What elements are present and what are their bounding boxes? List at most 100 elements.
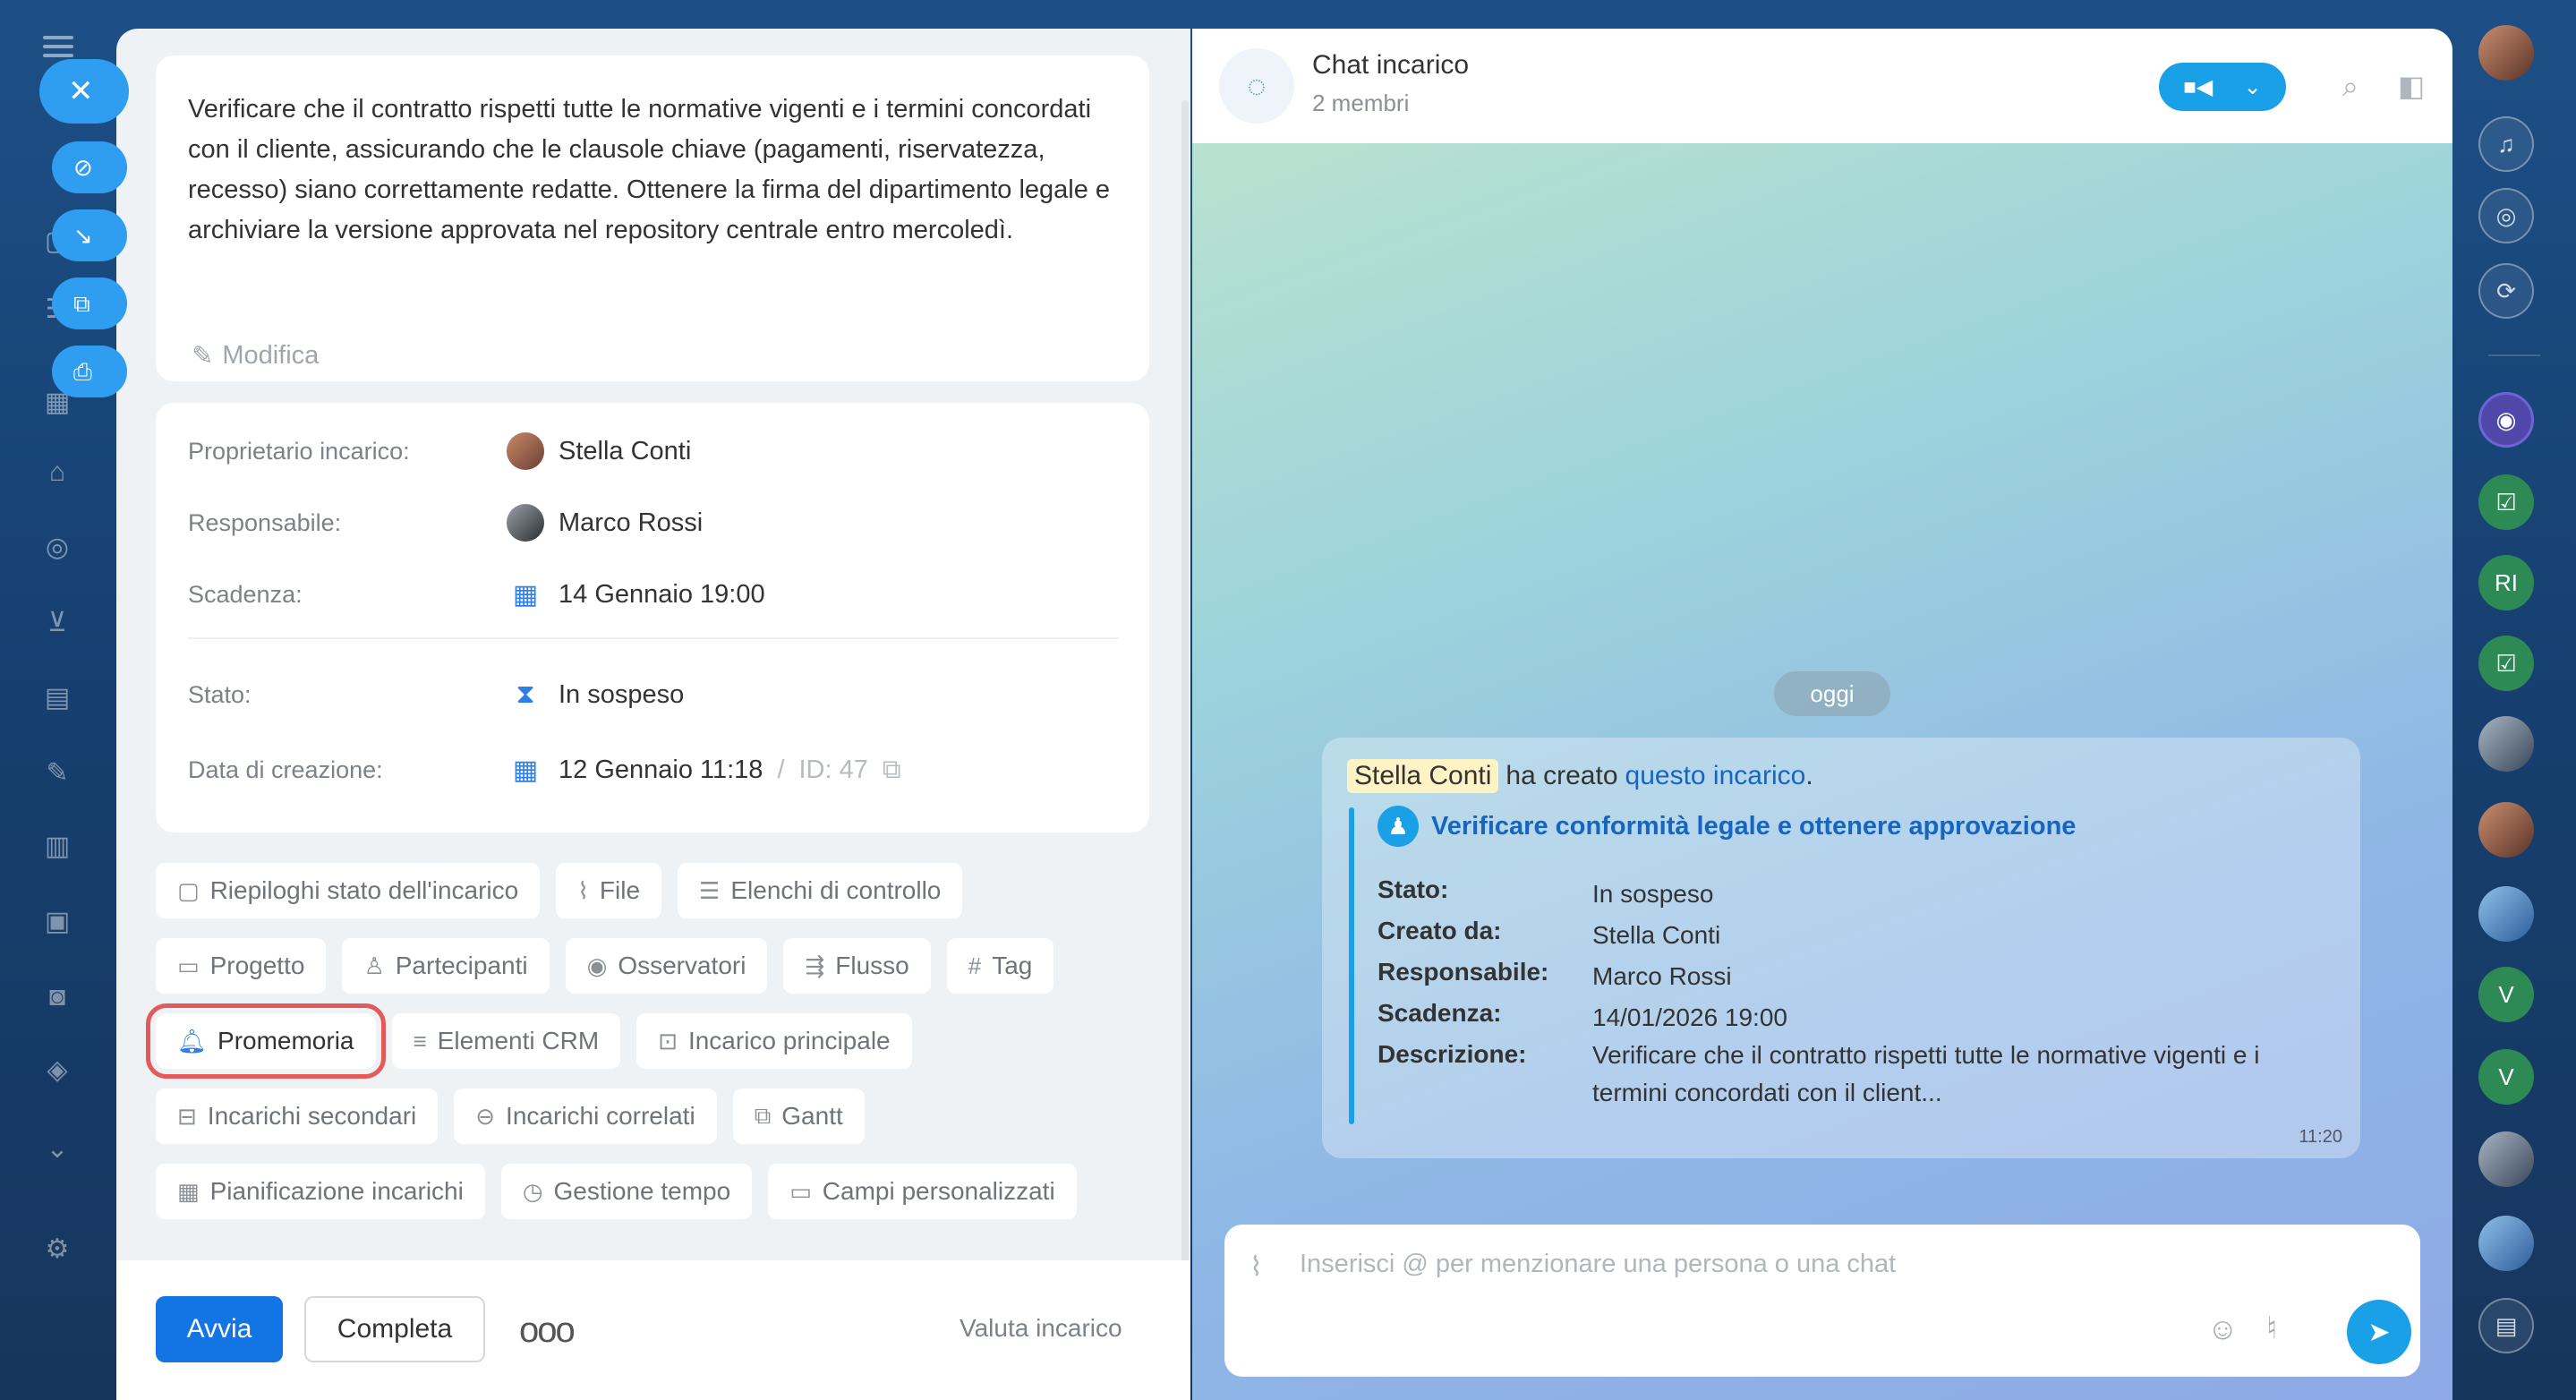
date-separator: oggi <box>1774 671 1890 716</box>
chip-task-planning[interactable]: ▦ Pianificazione incarichi <box>156 1164 485 1219</box>
chip-flow[interactable]: ⇶ Flusso <box>783 938 931 994</box>
group-chat-avatar[interactable] <box>2478 716 2534 772</box>
chip-files[interactable]: ⌇ File <box>556 863 662 918</box>
message-field: Descrizione: Verificare che il contratto… <box>1378 1040 2260 1106</box>
chip-project[interactable]: ▭ Progetto <box>156 938 327 994</box>
emoji-icon[interactable]: ☺ <box>2207 1312 2239 1347</box>
user-avatar[interactable] <box>2478 25 2534 81</box>
message-input[interactable] <box>1300 1250 2284 1279</box>
task-link[interactable]: questo incarico <box>1625 761 1806 790</box>
rate-task-link[interactable]: Valuta incarico <box>960 1314 1122 1343</box>
chat-bubble-icon: ◌ <box>1219 48 1294 124</box>
copy-icon[interactable]: ⧉ <box>883 755 901 785</box>
print-button[interactable]: ⎙ <box>52 346 127 397</box>
chip-crm-items[interactable]: ≡ Elementi CRM <box>391 1013 621 1069</box>
divider <box>2488 354 2540 356</box>
chip-status-summaries[interactable]: ▢ Riepiloghi stato dell'incarico <box>156 863 541 918</box>
right-sidebar: ♫ ◎ ⟳ ◉ ☑ RI ☑ V V ▤ <box>2452 0 2576 1400</box>
copilot-icon[interactable]: ◎ <box>2478 188 2534 243</box>
chat-members[interactable]: 2 membri <box>1312 90 1409 117</box>
status-row: Stato: ⧗ In sospeso <box>188 679 685 709</box>
user-avatar[interactable] <box>2478 886 2534 942</box>
minimize-button[interactable]: ↘ <box>52 209 127 261</box>
sign-icon[interactable]: ✎ <box>39 755 75 791</box>
task-chat-icon[interactable]: ☑ <box>2478 474 2534 530</box>
avatar <box>507 504 544 542</box>
chip-time-tracking[interactable]: ◷ Gestione tempo <box>500 1164 753 1219</box>
robot-icon[interactable]: ◙ <box>39 979 75 1015</box>
clock-icon: ◷ <box>522 1177 543 1205</box>
messages-icon[interactable]: ▤ <box>2478 1298 2534 1353</box>
search-icon[interactable]: ⌕ <box>2333 68 2368 104</box>
copilot-chat-icon[interactable]: ◉ <box>2478 392 2534 448</box>
video-camera-icon: ■◀ <box>2183 74 2213 99</box>
close-button[interactable]: ✕ <box>39 59 129 124</box>
user-avatar[interactable] <box>2478 802 2534 858</box>
checklist-icon: ☰ <box>699 876 721 904</box>
start-button[interactable]: Avvia <box>156 1296 283 1362</box>
complete-button[interactable]: Completa <box>304 1296 485 1362</box>
more-button[interactable]: ooo <box>519 1310 576 1351</box>
chevron-down-icon[interactable]: ⌄ <box>2244 74 2262 100</box>
assignee-value[interactable]: Marco Rossi <box>507 504 703 542</box>
chip-custom-fields[interactable]: ▭ Campi personalizzati <box>768 1164 1077 1219</box>
recent-chat-v[interactable]: V <box>2478 1049 2534 1105</box>
chip-gantt[interactable]: ⧉ Gantt <box>732 1088 865 1144</box>
bell-icon[interactable]: ♫ <box>2478 116 2534 172</box>
task-panel: Verificare che il contratto rispetti tut… <box>116 29 1190 1400</box>
copy-link-button[interactable]: ⊘ <box>52 141 127 193</box>
link-icon: ⊖ <box>475 1102 496 1130</box>
recent-chat-ri[interactable]: RI <box>2478 555 2534 610</box>
video-call-button[interactable]: ■◀ ⌄ <box>2159 63 2286 111</box>
task-sections: ▢ Riepiloghi stato dell'incarico ⌇ File ☰ E… <box>146 863 1158 1239</box>
created-row: Data di creazione: ▦ 12 Gennaio 11:18 / … <box>188 755 901 785</box>
calendar-icon: ▦ <box>177 1177 200 1205</box>
sidebar-toggle-icon[interactable]: ◧ <box>2393 68 2429 104</box>
eye-icon: ◉ <box>586 952 608 979</box>
arrow-down-right-icon: ↘ <box>73 222 93 249</box>
scrollbar[interactable] <box>1181 100 1189 1291</box>
drive-icon[interactable]: ⌂ <box>39 455 75 491</box>
send-button[interactable]: ➤ <box>2347 1300 2411 1364</box>
settings-icon[interactable]: ⚙ <box>39 1232 75 1268</box>
target-icon[interactable]: ◎ <box>39 530 75 566</box>
message-field: Stato: In sospeso <box>1378 875 1714 908</box>
menu-icon[interactable] <box>43 36 73 57</box>
summary-icon: ▢ <box>177 876 200 904</box>
crm-icon: ≡ <box>413 1027 427 1054</box>
message-field: Scadenza: 14/01/2026 19:00 <box>1378 999 1787 1031</box>
edit-link[interactable]: ✎ Modifica <box>192 340 319 371</box>
user-avatar[interactable] <box>2478 1131 2534 1187</box>
analytics-icon[interactable]: ▥ <box>39 829 75 865</box>
chip-parent-task[interactable]: ⊡ Incarico principale <box>636 1013 912 1069</box>
sync-icon[interactable]: ⟳ <box>2478 263 2534 319</box>
chip-observers[interactable]: ◉ Osservatori <box>565 938 768 994</box>
message-field: Responsabile: Marco Rossi <box>1378 958 1732 990</box>
message-composer: ⌇ ☺ ♮ ➤ <box>1224 1225 2420 1377</box>
microphone-icon[interactable]: ♮ <box>2266 1310 2277 1346</box>
owner-value[interactable]: Stella Conti <box>507 432 691 470</box>
subtask-icon: ⊟ <box>177 1102 197 1130</box>
author-name[interactable]: Stella Conti <box>1347 759 1499 793</box>
cart-icon[interactable]: ⊻ <box>39 605 75 641</box>
owner-row: Proprietario incarico: Stella Conti <box>188 424 1119 478</box>
paperclip-icon[interactable]: ⌇ <box>1250 1251 1263 1283</box>
task-chat-icon[interactable]: ☑ <box>2478 636 2534 691</box>
doc-icon[interactable]: ▤ <box>39 680 75 716</box>
box-icon[interactable]: ◈ <box>39 1053 75 1088</box>
chip-checklists[interactable]: ☰ Elenchi di controllo <box>678 863 963 918</box>
chip-related-tasks[interactable]: ⊖ Incarichi correlati <box>454 1088 717 1144</box>
open-new-window-button[interactable]: ⧉ <box>52 277 127 329</box>
chip-subtasks[interactable]: ⊟ Incarichi secondari <box>156 1088 439 1144</box>
chevron-down-icon[interactable]: ⌄ <box>39 1131 75 1167</box>
chip-participants[interactable]: ♙ Partecipanti <box>342 938 550 994</box>
news-icon[interactable]: ▣ <box>39 904 75 940</box>
flow-icon: ⇶ <box>805 952 825 979</box>
recent-chat-v[interactable]: V <box>2478 967 2534 1022</box>
deadline-value[interactable]: ▦ 14 Gennaio 19:00 <box>507 579 765 610</box>
chip-tag[interactable]: # Tag <box>946 938 1054 994</box>
chip-reminder[interactable]: 🔔︎ Promemoria <box>146 1003 386 1079</box>
group-chat-avatar[interactable] <box>2478 1216 2534 1271</box>
task-title-link[interactable]: ♟ Verificare conformità legale e ottener… <box>1378 806 2076 847</box>
chat-title[interactable]: Chat incarico <box>1312 50 1469 81</box>
